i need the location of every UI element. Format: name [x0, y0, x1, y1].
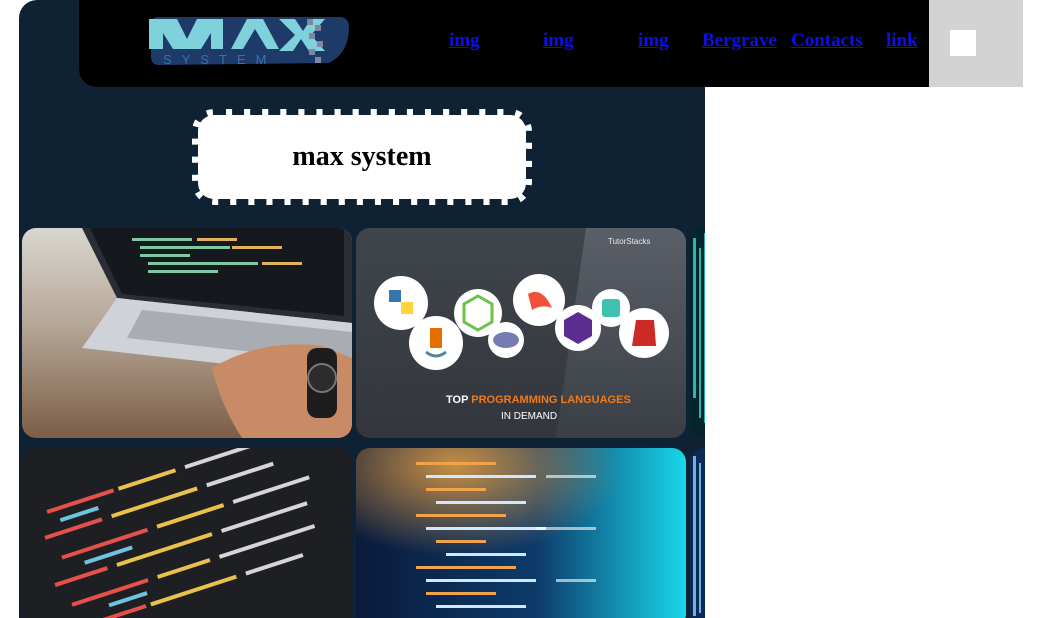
laptop-coding-photo — [22, 228, 352, 438]
gallery-tile-laptop[interactable] — [22, 228, 352, 438]
menu-toggle-checkbox[interactable] — [950, 30, 976, 56]
programming-languages-photo: TutorStacks TOP PROGRAMMING LANGUAGES IN… — [356, 228, 686, 438]
nav-link-bergrave[interactable]: Bergrave — [702, 30, 777, 52]
gallery-tile-code-screen[interactable] — [22, 448, 352, 618]
gallery-tile-code-glow-edge[interactable] — [690, 448, 705, 618]
hero-title: max system — [292, 141, 432, 172]
max-system-logo[interactable]: SYSTEM — [149, 13, 349, 69]
logo-wordmark: SYSTEM — [163, 52, 276, 67]
gallery-tile-binary-code[interactable] — [690, 228, 705, 438]
main-content-panel: max system TutorStacks TOP PROGRAMMING L… — [19, 0, 705, 618]
page: max system TutorStacks TOP PROGRAMMING L… — [0, 0, 1045, 618]
tutorstacks-brand: TutorStacks — [608, 237, 650, 246]
nav-link-img-1[interactable]: img — [449, 30, 480, 52]
nav-link-link[interactable]: link — [886, 30, 918, 52]
nav-link-img-2[interactable]: img — [543, 30, 574, 52]
gallery-tile-programming-languages[interactable]: TutorStacks TOP PROGRAMMING LANGUAGES IN… — [356, 228, 686, 438]
caption-bottom: IN DEMAND — [501, 411, 557, 422]
code-glow-edge-photo — [690, 448, 705, 618]
hero-title-box: max system — [188, 105, 536, 209]
top-navbar: SYSTEM img img img Bergrave Contacts lin… — [79, 0, 929, 87]
caption-top-highlight: PROGRAMMING LANGUAGES — [471, 394, 631, 406]
nav-link-contacts[interactable]: Contacts — [791, 30, 863, 52]
gallery-tile-code-blue-glow[interactable] — [356, 448, 686, 618]
menu-toggle-area — [929, 0, 1023, 87]
code-screen-photo — [22, 448, 352, 618]
code-blue-glow-photo — [356, 448, 686, 618]
nav-link-img-3[interactable]: img — [638, 30, 669, 52]
caption-top-prefix: TOP — [446, 394, 471, 406]
svg-text:TOP PROGRAMMING LANGUAGES: TOP PROGRAMMING LANGUAGES — [446, 394, 631, 406]
binary-code-photo — [690, 228, 705, 438]
